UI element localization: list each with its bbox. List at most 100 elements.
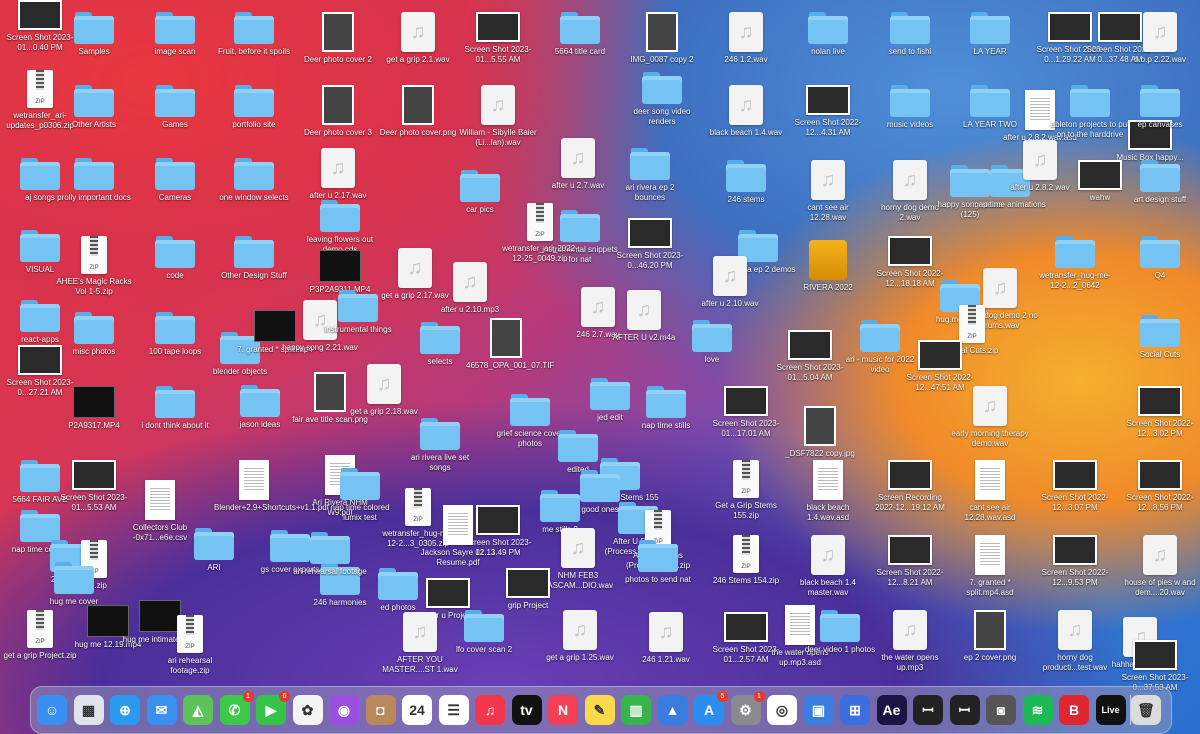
aftereffects-icon[interactable]: Ae: [876, 695, 907, 725]
facetime-icon[interactable]: ▶ 6: [256, 691, 290, 725]
desktop-item[interactable]: wetransfer_hug-me-12-2...2_0642: [1035, 236, 1115, 291]
desktop-item[interactable]: ♫ the water opens up.mp3: [870, 610, 950, 673]
notes-icon[interactable]: ✎: [584, 695, 615, 725]
bandcamp-icon[interactable]: B: [1059, 695, 1089, 725]
desktop-item[interactable]: Cameras: [135, 158, 215, 203]
desktop-item[interactable]: ♫ 246 1.2.wav: [706, 12, 786, 65]
desktop-item[interactable]: Screen Shot 2022-12...8.21 AM: [870, 535, 950, 588]
desktop-item[interactable]: Blender+2.9+Shortcuts+v1.1.pdf: [214, 460, 329, 513]
desktop-item[interactable]: one window selects: [214, 158, 294, 203]
desktop-item[interactable]: P2A9317.MP4: [54, 386, 134, 431]
desktop-item[interactable]: ari rehearsal footage: [290, 532, 370, 577]
desktop-item[interactable]: RIVERA 2022: [788, 240, 868, 293]
desktop-item[interactable]: Deer photo cover.png: [378, 85, 458, 138]
desktop-item[interactable]: ari rivera live set songs: [400, 418, 480, 473]
chrome-icon[interactable]: ◎: [767, 695, 797, 725]
desktop-item[interactable]: lfo cover scan 2: [444, 610, 524, 655]
desktop-item[interactable]: cant see air 12.28.wav.asd: [950, 460, 1030, 523]
desktop-item[interactable]: Screen Shot 2022-12...3.07 PM: [1035, 460, 1115, 513]
preview-icon[interactable]: ▣: [803, 695, 834, 725]
desktop-item[interactable]: 46578_OPA_001_07.TIF: [466, 318, 554, 371]
uad-icon[interactable]: ꟷ: [913, 695, 943, 725]
desktop-item[interactable]: Social Cuts: [1120, 315, 1200, 360]
desktop-item[interactable]: Screen Shot 2023-01...5.55 AM: [458, 12, 538, 65]
keynote-icon[interactable]: ▲: [657, 695, 688, 725]
desktop-item[interactable]: Deer photo cover 2: [298, 12, 378, 65]
maps-icon[interactable]: ◭: [183, 695, 213, 725]
desktop-item[interactable]: i dont think about it: [135, 386, 215, 431]
mail-icon[interactable]: ✉: [146, 695, 177, 725]
desktop-item[interactable]: ZIP Get a Grip Stems 155.zip: [706, 460, 786, 521]
music-icon[interactable]: ♫: [475, 695, 505, 725]
desktop-item[interactable]: ZIP 246 Stems 154.zip: [706, 535, 786, 586]
desktop-item[interactable]: ♫ early morning therapy demo.wav: [950, 386, 1030, 449]
desktop-item[interactable]: Deer photo cover 3: [298, 85, 378, 138]
desktop-item[interactable]: image scan: [135, 12, 215, 57]
desktop-item[interactable]: ♫ house of pies w and dem....20.wav: [1120, 535, 1200, 598]
desktop-item[interactable]: nap time stills: [626, 386, 706, 431]
desktop-item[interactable]: Screen Shot 2023-01...0.40 PM: [0, 0, 80, 53]
spotify-icon[interactable]: ≋: [1022, 695, 1053, 725]
desktop-item[interactable]: ♫ after u 2.17.wav: [298, 148, 378, 201]
desktop-item[interactable]: jason ideas: [220, 385, 300, 430]
desktop-item[interactable]: black beach 1.4.wav.asd: [788, 460, 868, 523]
desktop-item[interactable]: ♫ 246 1.21.wav: [626, 612, 706, 665]
podcasts-icon[interactable]: ◉: [329, 695, 359, 725]
desktop-item[interactable]: ♫ black beach 1.4.wav: [706, 85, 786, 138]
desktop-item[interactable]: Screen Shot 2023-01...5.04 AM: [770, 330, 850, 383]
desktop-item[interactable]: ZIP AHEE's Magic Racks Vol 1-5.zip: [54, 236, 134, 297]
desktop-item[interactable]: ari rivera ep 2 bounces: [610, 148, 690, 203]
desktop-item[interactable]: ♫ after u 2.7.wav: [538, 138, 618, 191]
desktop-item[interactable]: ♫ h.o.p 2.22.wav: [1120, 12, 1200, 65]
desktop-item[interactable]: ♫ William - Sibylle Baier (Li...lan).wav: [458, 85, 538, 148]
desktop-item[interactable]: ♫ get a grip 2.1.wav: [378, 12, 458, 65]
desktop-item[interactable]: ♫ after u 2.10.mp3: [430, 262, 510, 315]
desktop-item[interactable]: ZIP wetransfer_ari_2022-12-25_0049.zip: [500, 203, 580, 264]
desktop-item[interactable]: love: [672, 320, 752, 365]
desktop-item[interactable]: nolan live: [788, 12, 868, 57]
safari-icon[interactable]: ⊕: [110, 695, 140, 725]
desktop-item[interactable]: portfolio site: [214, 85, 294, 130]
desktop-item[interactable]: instrumental things: [318, 290, 398, 335]
desktop-item[interactable]: Screen Shot 2022-12...8.56 PM: [1120, 460, 1200, 513]
desktop-item[interactable]: code: [135, 236, 215, 281]
desktop-item[interactable]: Fruit, before it spoils: [214, 12, 294, 57]
desktop-item[interactable]: ♫ cant see air 12.28.wav: [788, 160, 868, 223]
desktop-item[interactable]: IMG_0087 copy 2: [622, 12, 702, 65]
desktop-item[interactable]: ep canvases: [1120, 85, 1200, 130]
desktop-item[interactable]: 246 stems: [706, 160, 786, 205]
desktop-item[interactable]: Screen Shot 2023-0...46.20 PM: [610, 218, 690, 271]
desktop-item[interactable]: Other Design Stuff: [214, 236, 294, 281]
desktop-item[interactable]: ep 2 cover.png: [950, 610, 1030, 663]
desktop-item[interactable]: 5664 title card: [540, 12, 620, 57]
ableton-icon[interactable]: Live: [1095, 695, 1126, 725]
desktop-item[interactable]: Jackson Sayre 12.13 Resume.pdf: [418, 505, 498, 568]
desktop-item[interactable]: hug me cover: [34, 562, 114, 607]
desktop-item[interactable]: art design stuff: [1120, 160, 1200, 205]
trash-icon[interactable]: 🗑: [1131, 695, 1161, 725]
numbers-icon[interactable]: ▥: [621, 695, 651, 725]
desktop-item[interactable]: Other Artists: [54, 85, 134, 130]
contacts-icon[interactable]: ◘: [365, 695, 396, 725]
desktop-item[interactable]: ♫ black beach 1.4 master.wav: [788, 535, 868, 598]
desktop-item[interactable]: photos to send nat: [618, 540, 698, 585]
uad-meter-icon[interactable]: ꟷ: [949, 695, 980, 725]
desktop-item[interactable]: Screen Shot 2022-12...3.02 PM: [1120, 386, 1200, 439]
desktop-item[interactable]: ARI: [174, 528, 254, 573]
desktop-item[interactable]: Screen Shot 2022-12...9.53 PM: [1035, 535, 1115, 588]
desktop-item[interactable]: ♫ after u 2.10.wav: [690, 256, 770, 309]
screenshot-icon[interactable]: ◙: [986, 695, 1016, 725]
desktop-item[interactable]: Screen Shot 2022-12...4.31 AM: [788, 85, 868, 138]
desktop-item[interactable]: 7. granted * split.mp4.asd: [950, 535, 1030, 598]
desktop-item[interactable]: Screen Shot 2023-01...17.01 AM: [706, 386, 786, 439]
desktop-item[interactable]: leaving flowers out demo cds: [300, 200, 380, 255]
reminders-icon[interactable]: ☰: [438, 695, 469, 725]
image-capture-icon[interactable]: ⊞: [840, 695, 870, 725]
desktop-item[interactable]: LA YEAR: [950, 12, 1030, 57]
desktop-item[interactable]: ♫ get a grip 2.18.wav: [344, 364, 424, 417]
desktop-item[interactable]: deer song video renders: [622, 72, 702, 127]
launchpad-icon[interactable]: ▦: [73, 695, 104, 725]
desktop-item[interactable]: music videos: [870, 85, 950, 130]
tv-icon[interactable]: tv: [511, 695, 542, 725]
desktop-item[interactable]: _DSF7822 copy.jpg: [780, 406, 860, 459]
